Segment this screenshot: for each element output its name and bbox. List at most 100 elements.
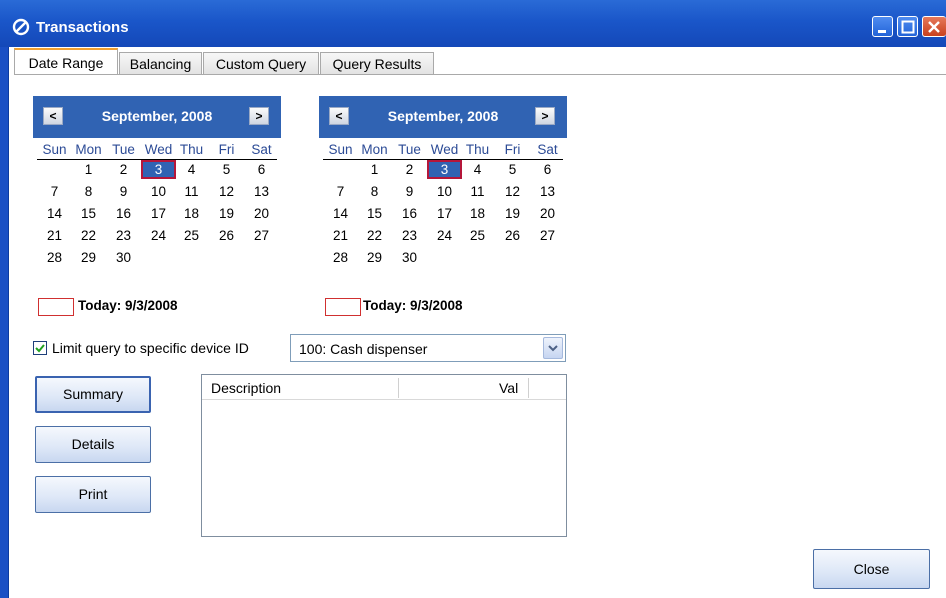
calendar-day[interactable]: 8 — [71, 182, 106, 201]
calendar-day[interactable]: 26 — [209, 226, 244, 245]
weekday-label: Thu — [465, 142, 490, 157]
print-button[interactable]: Print — [35, 476, 151, 513]
calendar-day[interactable]: 4 — [174, 160, 209, 179]
device-select[interactable]: 100: Cash dispenser — [290, 334, 566, 362]
calendar-day[interactable]: 16 — [106, 204, 141, 223]
calendar-day[interactable]: 28 — [323, 248, 358, 267]
calendar-day[interactable]: 20 — [244, 204, 279, 223]
calendar-day[interactable]: 7 — [37, 182, 72, 201]
today-label[interactable]: Today: 9/3/2008 — [363, 298, 463, 313]
calendar-day[interactable]: 1 — [357, 160, 392, 179]
calendar-day[interactable]: 2 — [106, 160, 141, 179]
calendar-day[interactable]: 12 — [209, 182, 244, 201]
dropdown-button[interactable] — [543, 337, 563, 359]
calendar-day[interactable]: 10 — [141, 182, 176, 201]
tab-custom-query[interactable]: Custom Query — [203, 52, 319, 74]
calendar-day[interactable]: 29 — [357, 248, 392, 267]
next-month-button[interactable]: > — [535, 107, 555, 125]
weekday-label: Sun — [328, 142, 353, 157]
calendar-day[interactable]: 14 — [37, 204, 72, 223]
calendar-day[interactable]: 22 — [357, 226, 392, 245]
results-table[interactable]: Description Val — [201, 374, 567, 537]
weekday-label: Fri — [218, 142, 235, 157]
calendar-day[interactable]: 17 — [141, 204, 176, 223]
calendar-day[interactable]: 12 — [495, 182, 530, 201]
calendar-day[interactable]: 20 — [530, 204, 565, 223]
chevron-down-icon — [548, 345, 558, 352]
calendar-day[interactable]: 27 — [530, 226, 565, 245]
tab-balancing[interactable]: Balancing — [119, 52, 202, 74]
calendar-day[interactable]: 23 — [392, 226, 427, 245]
calendar-day[interactable]: 25 — [460, 226, 495, 245]
close-window-button[interactable] — [922, 16, 946, 37]
weekday-label: Fri — [504, 142, 521, 157]
today-label[interactable]: Today: 9/3/2008 — [78, 298, 178, 313]
calendar-day[interactable]: 13 — [244, 182, 279, 201]
calendar-day[interactable]: 27 — [244, 226, 279, 245]
column-header-val[interactable]: Val — [499, 380, 518, 396]
calendar-day[interactable]: 16 — [392, 204, 427, 223]
calendar-day[interactable]: 29 — [71, 248, 106, 267]
weekday-header: Sun Mon Tue Wed Thu Fri Sat — [33, 142, 281, 158]
calendar-day[interactable]: 30 — [392, 248, 427, 267]
calendar-day[interactable]: 1 — [71, 160, 106, 179]
calendar-day[interactable]: 21 — [37, 226, 72, 245]
minimize-button[interactable] — [872, 16, 893, 37]
calendar-day[interactable]: 8 — [357, 182, 392, 201]
maximize-icon — [901, 20, 915, 34]
tab-query-results[interactable]: Query Results — [320, 52, 434, 74]
selected-day[interactable]: 3 — [427, 160, 462, 179]
calendar-month-label: September, 2008 — [387, 108, 499, 124]
close-button[interactable]: Close — [813, 549, 930, 589]
calendar-day[interactable]: 13 — [530, 182, 565, 201]
calendar-day[interactable]: 6 — [530, 160, 565, 179]
calendar-day[interactable]: 30 — [106, 248, 141, 267]
calendar-day[interactable]: 11 — [174, 182, 209, 201]
today-marker — [38, 298, 74, 316]
calendar-day[interactable]: 23 — [106, 226, 141, 245]
calendar-day[interactable]: 7 — [323, 182, 358, 201]
calendar-day[interactable]: 19 — [209, 204, 244, 223]
calendar-day[interactable]: 5 — [209, 160, 244, 179]
calendar-day[interactable]: 25 — [174, 226, 209, 245]
calendar-day[interactable]: 15 — [71, 204, 106, 223]
calendar-day[interactable]: 28 — [37, 248, 72, 267]
calendar-day[interactable]: 2 — [392, 160, 427, 179]
calendar-day[interactable]: 9 — [106, 182, 141, 201]
calendar-day[interactable]: 9 — [392, 182, 427, 201]
calendar-day[interactable]: 21 — [323, 226, 358, 245]
calendar-day[interactable]: 22 — [71, 226, 106, 245]
calendar-day[interactable]: 14 — [323, 204, 358, 223]
calendar-day[interactable]: 5 — [495, 160, 530, 179]
weekday-label: Sat — [251, 142, 272, 157]
tab-date-range[interactable]: Date Range — [14, 48, 118, 75]
tab-divider — [14, 74, 946, 75]
calendar-day[interactable]: 24 — [141, 226, 176, 245]
calendar-day[interactable]: 24 — [427, 226, 462, 245]
column-header-description[interactable]: Description — [211, 380, 281, 396]
calendar-day[interactable]: 19 — [495, 204, 530, 223]
calendar-day[interactable]: 18 — [174, 204, 209, 223]
column-divider[interactable] — [398, 378, 399, 398]
summary-button[interactable]: Summary — [35, 376, 151, 413]
end-date-calendar: < September, 2008 > Sun Mon Tue Wed Thu Fri Sa… — [319, 96, 567, 316]
calendar-day[interactable]: 18 — [460, 204, 495, 223]
calendar-day[interactable]: 11 — [460, 182, 495, 201]
calendar-day[interactable]: 4 — [460, 160, 495, 179]
calendar-day[interactable]: 6 — [244, 160, 279, 179]
weekday-label: Mon — [75, 142, 102, 157]
device-filter-label[interactable]: Limit query to specific device ID — [52, 340, 249, 356]
maximize-button[interactable] — [897, 16, 918, 37]
details-button[interactable]: Details — [35, 426, 151, 463]
next-month-button[interactable]: > — [249, 107, 269, 125]
column-divider[interactable] — [528, 378, 529, 398]
selected-day[interactable]: 3 — [141, 160, 176, 179]
weekday-label: Thu — [179, 142, 204, 157]
device-filter-checkbox[interactable] — [33, 341, 47, 355]
calendar-day[interactable]: 26 — [495, 226, 530, 245]
calendar-day[interactable]: 17 — [427, 204, 462, 223]
calendar-day[interactable]: 15 — [357, 204, 392, 223]
calendar-day[interactable]: 10 — [427, 182, 462, 201]
close-icon — [928, 21, 940, 33]
calendar-month-label: September, 2008 — [101, 108, 213, 124]
